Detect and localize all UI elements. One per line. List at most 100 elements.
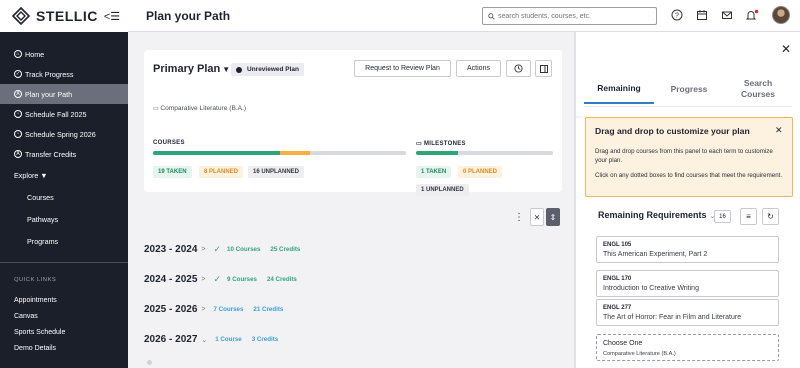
sidebar-item-schedule-spring[interactable]: ▫ Schedule Spring 2026 bbox=[0, 124, 128, 144]
year-label: 2024 - 2025 bbox=[144, 274, 198, 285]
sort-button[interactable]: ≡ bbox=[740, 208, 757, 225]
panel-toggle-button[interactable] bbox=[535, 60, 552, 77]
quick-link-demo-details[interactable]: Demo Details bbox=[14, 345, 56, 352]
svg-text:?: ? bbox=[675, 13, 679, 20]
course-name: Introduction to Creative Writing bbox=[603, 285, 699, 292]
check-circle-icon: ✓ bbox=[14, 70, 22, 78]
schedule-icon: ▫ bbox=[14, 110, 22, 118]
schedule-icon: ▫ bbox=[14, 130, 22, 138]
course-name: This American Experiment, Part 2 bbox=[603, 251, 708, 258]
sidebar-item-transfer-credits[interactable]: A Transfer Credits bbox=[0, 144, 128, 164]
year-label: 2025 - 2026 bbox=[144, 304, 198, 315]
status-dot-icon bbox=[236, 66, 242, 73]
request-review-button[interactable]: Request to Review Plan bbox=[354, 60, 451, 77]
requirement-placeholder-card[interactable]: Choose One Comparative Literature (B.A.) bbox=[596, 334, 779, 361]
remaining-requirements-title[interactable]: Remaining Requirements ⌄ bbox=[598, 210, 715, 220]
sidebar-item-label: Track Progress bbox=[25, 69, 74, 79]
bell-icon[interactable] bbox=[745, 8, 759, 22]
courses-label: COURSES bbox=[153, 140, 185, 146]
milestones-unplanned-chip: 1 UNPLANNED bbox=[416, 184, 469, 196]
chevron-down-icon: ▼ bbox=[222, 65, 231, 74]
plan-tools: ⋮ ⨯ ⇕ bbox=[514, 208, 562, 226]
year-row[interactable]: 2024 - 2025 > ✓ 9 Courses 24 Credits bbox=[144, 274, 307, 285]
requirements-panel: ✕ Remaining Progress Search Courses Drag… bbox=[574, 32, 800, 368]
close-icon[interactable]: ✕ bbox=[775, 125, 783, 136]
course-card[interactable]: ENGL 277 The Art of Horror: Fear in Film … bbox=[596, 299, 779, 326]
course-name: Comparative Literature (B.A.) bbox=[603, 351, 676, 357]
quick-link-sports-schedule[interactable]: Sports Schedule bbox=[14, 329, 65, 336]
milestones-label-text: MILESTONES bbox=[423, 141, 466, 147]
path-icon: A bbox=[14, 90, 22, 98]
plan-name: Primary Plan bbox=[153, 63, 221, 75]
calendar-icon[interactable] bbox=[695, 8, 709, 22]
courses-progress-bar bbox=[153, 151, 406, 155]
tab-remaining[interactable]: Remaining bbox=[584, 74, 654, 104]
year-row[interactable]: 2026 - 2027 ⌄ 1 Course 3 Credits bbox=[144, 334, 288, 345]
drag-drop-tip: Drag and drop to customize your plan ✕ D… bbox=[585, 117, 793, 197]
expand-toggle-button[interactable]: ⇕ bbox=[546, 208, 560, 226]
close-icon[interactable]: ✕ bbox=[781, 42, 791, 56]
logo-text: STELLIC bbox=[36, 8, 98, 24]
plan-summary-card: Primary Plan ▼ Unreviewed Plan Request to… bbox=[144, 50, 562, 196]
logo[interactable]: STELLIC <☰ bbox=[0, 0, 128, 32]
quick-link-appointments[interactable]: Appointments bbox=[14, 297, 57, 304]
course-code: ENGL 170 bbox=[603, 276, 632, 282]
sidebar-item-courses[interactable]: Courses bbox=[0, 186, 128, 208]
tip-text-1: Drag and drop courses from this panel to… bbox=[595, 148, 773, 164]
search-icon bbox=[488, 12, 495, 20]
search-box[interactable] bbox=[482, 7, 657, 25]
tab-divider bbox=[584, 106, 792, 107]
courses-taken-chip: 19 TAKEN bbox=[153, 166, 192, 178]
milestones-taken-chip: 1 TAKEN bbox=[416, 166, 452, 178]
home-icon: ⌂ bbox=[14, 50, 22, 58]
degree-name: Comparative Literature (B.A.) bbox=[160, 105, 247, 112]
year-credits-count: 21 Credits bbox=[253, 306, 284, 313]
year-label: 2026 - 2027 bbox=[144, 334, 198, 345]
milestones-label: ▭ MILESTONES bbox=[416, 140, 466, 147]
main-content: Primary Plan ▼ Unreviewed Plan Request to… bbox=[128, 32, 572, 368]
actions-button[interactable]: Actions bbox=[456, 60, 501, 77]
year-row[interactable]: 2025 - 2026 >7 Courses 21 Credits bbox=[144, 304, 293, 315]
sidebar-item-programs[interactable]: Programs bbox=[0, 230, 128, 252]
course-card[interactable]: ENGL 105 This American Experiment, Part 2 bbox=[596, 236, 779, 263]
sidebar-item-pathways[interactable]: Pathways bbox=[0, 208, 128, 230]
tab-search-courses-label: Search Courses bbox=[740, 78, 775, 99]
year-credits-count: 25 Credits bbox=[270, 246, 301, 253]
history-button[interactable] bbox=[506, 60, 531, 77]
status-badge: Unreviewed Plan bbox=[231, 63, 305, 76]
avatar[interactable] bbox=[772, 6, 790, 24]
year-courses-count: 1 Course bbox=[215, 336, 242, 343]
course-code: ENGL 277 bbox=[603, 305, 632, 311]
collapse-all-button[interactable]: ⨯ bbox=[530, 208, 544, 226]
plan-selector[interactable]: Primary Plan ▼ bbox=[153, 63, 230, 75]
more-options-icon[interactable]: ⋮ bbox=[514, 212, 524, 223]
search-input[interactable] bbox=[498, 12, 653, 20]
year-row[interactable]: 2023 - 2024 > ✓ 10 Courses 25 Credits bbox=[144, 244, 310, 255]
sidebar-item-track-progress[interactable]: ✓ Track Progress bbox=[0, 64, 128, 84]
chevron-icon: > bbox=[201, 276, 206, 283]
tab-search-courses[interactable]: Search Courses bbox=[724, 74, 792, 104]
course-card[interactable]: ENGL 170 Introduction to Creative Writing bbox=[596, 270, 779, 297]
tab-progress[interactable]: Progress bbox=[654, 74, 724, 104]
quick-link-canvas[interactable]: Canvas bbox=[14, 313, 38, 320]
sidebar-panel-icon bbox=[539, 64, 548, 73]
sidebar-collapse-button[interactable]: <☰ bbox=[104, 10, 120, 23]
sidebar-item-schedule-fall[interactable]: ▫ Schedule Fall 2025 bbox=[0, 104, 128, 124]
year-credits-count: 3 Credits bbox=[251, 336, 279, 343]
sidebar-item-home[interactable]: ⌂ Home bbox=[0, 44, 128, 64]
refresh-button[interactable]: ↻ bbox=[762, 208, 779, 225]
degree-label: ▭ Comparative Literature (B.A.) bbox=[153, 105, 246, 112]
sidebar-item-plan-your-path[interactable]: A Plan your Path bbox=[0, 84, 128, 104]
check-icon: ✓ bbox=[213, 274, 222, 284]
sort-icon: ≡ bbox=[746, 212, 751, 221]
remaining-count-badge: 16 bbox=[714, 210, 731, 223]
sidebar-item-label: Transfer Credits bbox=[25, 149, 77, 159]
quick-links-title: QUICK LINKS bbox=[14, 277, 57, 283]
help-icon[interactable]: ? bbox=[670, 8, 684, 22]
chevron-icon: > bbox=[201, 306, 206, 313]
mail-icon[interactable] bbox=[720, 8, 734, 22]
sidebar-item-label: Schedule Spring 2026 bbox=[25, 129, 96, 139]
chevron-icon: ⌄ bbox=[201, 336, 208, 344]
sidebar-explore-toggle[interactable]: Explore ▼ bbox=[0, 164, 128, 186]
sidebar-divider bbox=[0, 262, 128, 263]
